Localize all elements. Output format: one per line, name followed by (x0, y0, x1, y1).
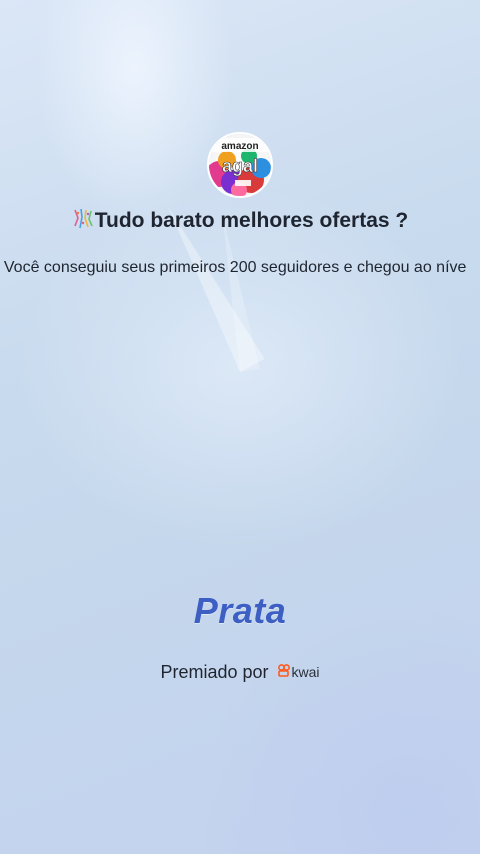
award-label: Premiado por (160, 662, 269, 682)
avatar-top-text: amazon (221, 141, 258, 152)
brand: kwai (277, 661, 320, 682)
congrats-message: ! Você conseguiu seus primeiros 200 segu… (0, 259, 480, 277)
award-line: Premiado por kwai (0, 661, 480, 683)
confetti-icon (72, 208, 94, 236)
level-name: Prata (193, 590, 287, 631)
congrats-message-text: ! Você conseguiu seus primeiros 200 segu… (0, 259, 467, 276)
brand-name: kwai (291, 663, 320, 680)
avatar: amazon agal (207, 132, 273, 198)
background (0, 0, 480, 854)
kwai-logo-icon (277, 661, 290, 682)
avatar-main-text: agal (222, 156, 258, 176)
profile-name-row: Tudo barato melhores ofertas ? (0, 208, 480, 236)
profile-name: Tudo barato melhores ofertas ? (94, 209, 409, 232)
